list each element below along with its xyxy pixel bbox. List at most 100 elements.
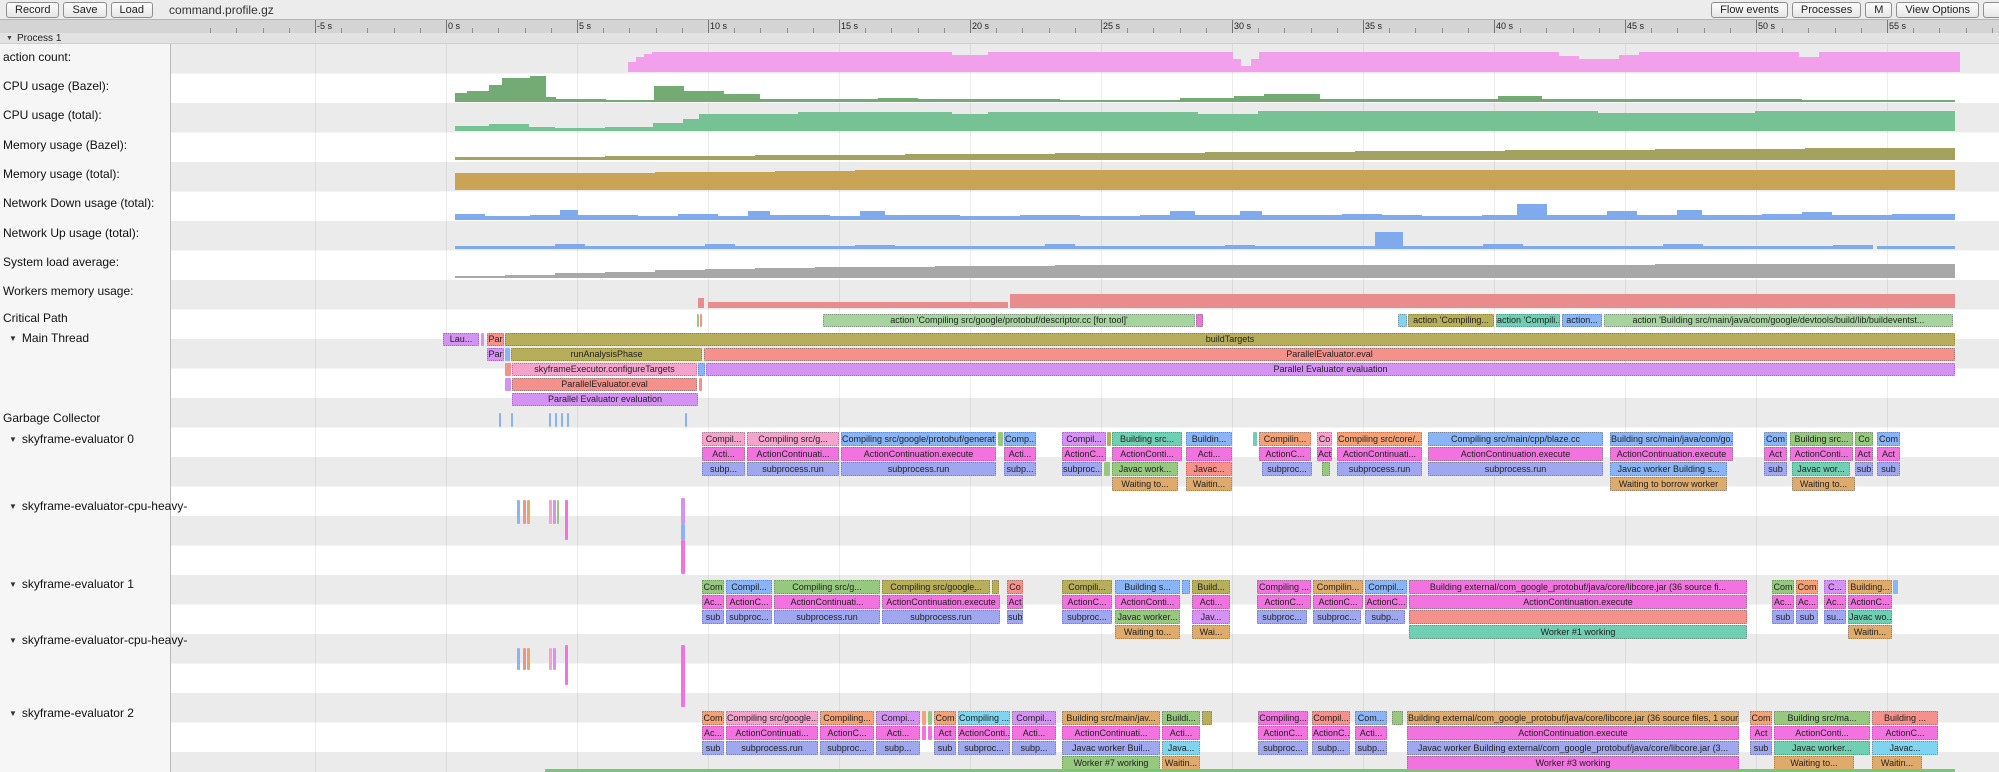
skyframe-evaluator-0-bar[interactable]: sub (1764, 462, 1787, 476)
skyframe-evaluator-2-bar[interactable] (922, 726, 926, 740)
skyframe-evaluator-0-bar[interactable]: subp... (702, 462, 745, 476)
timeline-ruler[interactable]: -5 s0 s5 s10 s15 s20 s25 s30 s35 s40 s45… (0, 20, 1999, 34)
skyframe-evaluator-1-bar[interactable]: ActionC... (1313, 595, 1363, 609)
skyframe-evaluator-2-bar[interactable]: Ac... (702, 726, 724, 740)
skyframe-evaluator-1-bar[interactable]: subproc... (1313, 610, 1361, 624)
skyframe-evaluator-2-bar[interactable]: Compil... (1312, 711, 1350, 725)
counter-workers-memory[interactable] (170, 44, 1999, 772)
main-thread-bar[interactable]: ParallelEvaluator.eval (512, 378, 697, 391)
skyframe-evaluator-2-bar[interactable]: ActionContinuati... (1062, 726, 1160, 740)
skyframe-evaluator-0-bar[interactable]: ActionContinuati... (747, 447, 839, 461)
skyframe-evaluator-0-bar[interactable]: ActionContinuation.execute (1610, 447, 1733, 461)
skyframe-evaluator-0-bar[interactable]: Compiling src/main/cpp/blaze.cc (1428, 432, 1603, 446)
skyframe-evaluator-0-bar[interactable]: subproc... (1262, 462, 1312, 476)
skyframe-evaluator-1-bar[interactable]: Building s... (1115, 580, 1180, 594)
garbage-collector-bar[interactable] (511, 413, 513, 427)
skyframe-evaluator-1-bar[interactable]: ActionC... (1848, 595, 1892, 609)
collapse-arrow-icon[interactable]: ▼ (9, 636, 17, 645)
skyframe-evaluator-0-bar[interactable]: Co (1855, 432, 1873, 446)
skyframe-evaluator-cpu-heavy-0-bar[interactable] (527, 500, 530, 524)
skyframe-evaluator-0-bar[interactable]: Acti... (1004, 447, 1036, 461)
skyframe-evaluator-0-bar[interactable]: subp... (1004, 462, 1036, 476)
skyframe-evaluator-1-bar[interactable]: Javac wo... (1848, 610, 1892, 624)
skyframe-evaluator-0-bar[interactable]: ActionConti... (1790, 447, 1853, 461)
skyframe-evaluator-1-bar[interactable]: Wai... (1192, 625, 1230, 639)
skyframe-evaluator-2-bar[interactable]: ActionContinuation.execute (1407, 726, 1739, 740)
skyframe-evaluator-2-bar[interactable]: subp... (876, 741, 920, 755)
skyframe-evaluator-cpu-heavy-1-bar[interactable] (517, 648, 520, 670)
critical-path-bar[interactable]: action... (1562, 314, 1602, 327)
skyframe-evaluator-2-bar[interactable]: Javac... (1872, 741, 1938, 755)
skyframe-evaluator-cpu-heavy-1-bar[interactable] (549, 648, 552, 670)
skyframe-evaluator-2-bar[interactable]: subp... (1355, 741, 1387, 755)
skyframe-evaluator-2-bar[interactable]: Worker #7 working (1062, 756, 1160, 770)
sidebar-row-skyframe-evaluator-0[interactable]: ▼skyframe-evaluator 0 (0, 432, 170, 446)
timeline-canvas[interactable]: action 'Compiling src/google/protobuf/de… (170, 44, 1999, 772)
skyframe-evaluator-1-bar[interactable]: sub (1007, 610, 1023, 624)
skyframe-evaluator-0-bar[interactable]: Compiling src/core/... (1337, 432, 1422, 446)
skyframe-evaluator-2-bar[interactable]: sub (934, 741, 956, 755)
skyframe-evaluator-2-bar[interactable]: Javac worker Building external/com_googl… (1407, 741, 1739, 755)
skyframe-evaluator-2-bar[interactable]: Compi... (876, 711, 920, 725)
garbage-collector-bar[interactable] (561, 413, 563, 427)
skyframe-evaluator-cpu-heavy-1-bar[interactable] (681, 645, 685, 707)
record-button[interactable]: Record (6, 2, 59, 18)
skyframe-evaluator-2-bar[interactable]: Com (934, 711, 956, 725)
skyframe-evaluator-2-bar[interactable]: Act (1750, 726, 1772, 740)
skyframe-evaluator-2-bar[interactable]: Acti... (1162, 726, 1200, 740)
skyframe-evaluator-2-bar[interactable]: Waiting to... (1774, 756, 1854, 770)
skyframe-evaluator-2-bar[interactable]: subproc... (1258, 741, 1308, 755)
skyframe-evaluator-cpu-heavy-1-bar[interactable] (565, 645, 568, 685)
skyframe-evaluator-1-bar[interactable]: Ac... (1796, 595, 1818, 609)
skyframe-evaluator-0-bar[interactable]: Building src... (1790, 432, 1853, 446)
skyframe-evaluator-0-bar[interactable]: Compiling src/g... (747, 432, 839, 446)
skyframe-evaluator-cpu-heavy-1-bar[interactable] (553, 648, 556, 670)
skyframe-evaluator-1-bar[interactable]: Compil... (726, 580, 772, 594)
critical-path-bar[interactable]: action 'Building src/main/java/com/googl… (1604, 314, 1953, 327)
skyframe-evaluator-2-bar[interactable]: ActionConti... (1774, 726, 1870, 740)
skyframe-evaluator-0-bar[interactable]: subproc... (1062, 462, 1102, 476)
skyframe-evaluator-0-bar[interactable]: Buildin... (1186, 432, 1232, 446)
collapse-arrow-icon[interactable]: ▼ (6, 35, 13, 42)
skyframe-evaluator-0-bar[interactable]: Building src/main/java/com/go... (1610, 432, 1733, 446)
skyframe-evaluator-0-bar[interactable]: Act (1855, 447, 1873, 461)
skyframe-evaluator-2-bar[interactable] (1202, 711, 1212, 725)
skyframe-evaluator-2-bar[interactable]: Building src/main/jav... (1062, 711, 1160, 725)
flow-events-button[interactable]: Flow events (1711, 2, 1788, 18)
skyframe-evaluator-0-bar[interactable]: ActionContinuation.execute (1428, 447, 1603, 461)
skyframe-evaluator-1-bar[interactable] (1182, 580, 1190, 594)
skyframe-evaluator-2-bar[interactable]: Acti... (1012, 726, 1056, 740)
skyframe-evaluator-cpu-heavy-0-bar[interactable] (549, 500, 552, 524)
skyframe-evaluator-1-bar[interactable]: su... (1824, 610, 1846, 624)
skyframe-evaluator-0-bar[interactable]: ActionContinuati... (1337, 447, 1422, 461)
critical-path-bar[interactable] (697, 314, 699, 327)
skyframe-evaluator-1-bar[interactable]: Ac... (1824, 595, 1846, 609)
skyframe-evaluator-1-bar[interactable]: Com (1772, 580, 1794, 594)
skyframe-evaluator-2-bar[interactable]: Waitin... (1872, 756, 1922, 770)
skyframe-evaluator-2-bar[interactable]: Compiling... (1258, 711, 1308, 725)
skyframe-evaluator-1-bar[interactable]: Com (1796, 580, 1818, 594)
skyframe-evaluator-1-bar[interactable]: C... (1824, 580, 1846, 594)
skyframe-evaluator-cpu-heavy-0-bar[interactable] (523, 500, 526, 524)
skyframe-evaluator-2-bar[interactable]: subproc... (958, 741, 1010, 755)
skyframe-evaluator-2-bar[interactable] (922, 711, 926, 725)
skyframe-evaluator-2-bar[interactable]: Compiling ... (958, 711, 1010, 725)
skyframe-evaluator-2-bar[interactable]: subproc... (820, 741, 874, 755)
skyframe-evaluator-2-bar[interactable]: ActionContinuati... (726, 726, 818, 740)
skyframe-evaluator-0-bar[interactable]: subprocess.run (841, 462, 996, 476)
skyframe-evaluator-0-bar[interactable]: subprocess.run (1337, 462, 1422, 476)
main-thread-bar[interactable]: Lau... (443, 333, 479, 346)
skyframe-evaluator-2-bar[interactable]: Building ... (1872, 711, 1938, 725)
skyframe-evaluator-1-bar[interactable]: Ac... (1772, 595, 1794, 609)
main-thread-bar[interactable]: Par (487, 333, 504, 346)
skyframe-evaluator-2-bar[interactable]: subp... (1312, 741, 1350, 755)
skyframe-evaluator-1-bar[interactable] (1893, 580, 1898, 594)
skyframe-evaluator-1-bar[interactable]: ActionContinuation.execute (882, 595, 1000, 609)
skyframe-evaluator-2-bar[interactable]: ActionConti... (958, 726, 1010, 740)
garbage-collector-bar[interactable] (685, 413, 687, 427)
main-thread-bar[interactable]: buildTargets (505, 333, 1955, 346)
skyframe-evaluator-0-bar[interactable]: Compil... (702, 432, 745, 446)
skyframe-evaluator-1-bar[interactable]: Jav... (1192, 610, 1230, 624)
skyframe-evaluator-2-bar[interactable]: Waitin... (1162, 756, 1200, 770)
skyframe-evaluator-1-bar[interactable]: Com (702, 580, 724, 594)
